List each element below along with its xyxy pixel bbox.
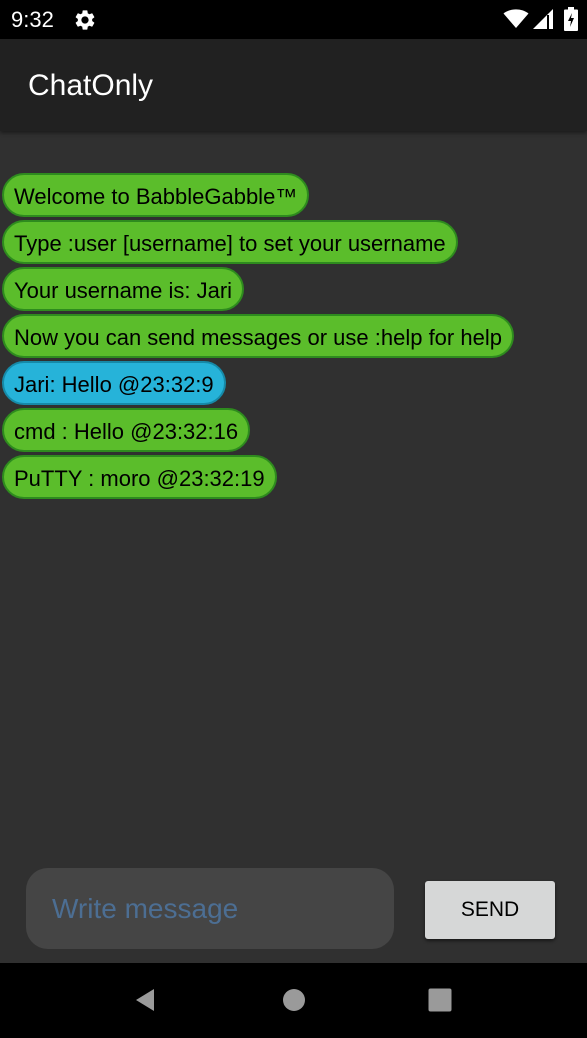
back-button[interactable] [111,963,181,1038]
sent-message-bubble: Jari: Hello @23:32:9 [2,361,226,405]
status-bar: 9:32 [0,0,587,39]
chat-area[interactable]: Welcome to BabbleGabble™ Type :user [user… [0,131,587,963]
battery-icon [564,7,578,31]
received-message-bubble: cmd : Hello @23:32:16 [2,408,251,452]
received-message-bubble: Your username is: Jari [2,267,245,311]
status-time: 9:32 [11,7,54,32]
received-message-bubble: PuTTY : moro @23:32:19 [2,455,277,499]
recents-button[interactable] [405,963,475,1038]
nav-bar [0,963,587,1038]
home-icon [283,989,305,1011]
received-message-bubble: Welcome to BabbleGabble™ [2,173,310,217]
gear-icon [75,10,95,30]
message-input[interactable] [26,868,394,949]
signal-icon [533,9,553,29]
back-icon [136,989,154,1011]
app-bar: ChatOnly [0,39,587,131]
home-button[interactable] [259,963,329,1038]
recents-icon [428,988,452,1012]
received-message-bubble: Type :user [username] to set your userna… [2,220,458,264]
message-list: Welcome to BabbleGabble™ Type :user [user… [2,173,582,502]
app-title: ChatOnly [28,69,154,102]
send-button[interactable]: SEND [425,881,555,939]
wifi-icon [503,9,529,28]
received-message-bubble: Now you can send messages or use :help f… [2,314,514,358]
